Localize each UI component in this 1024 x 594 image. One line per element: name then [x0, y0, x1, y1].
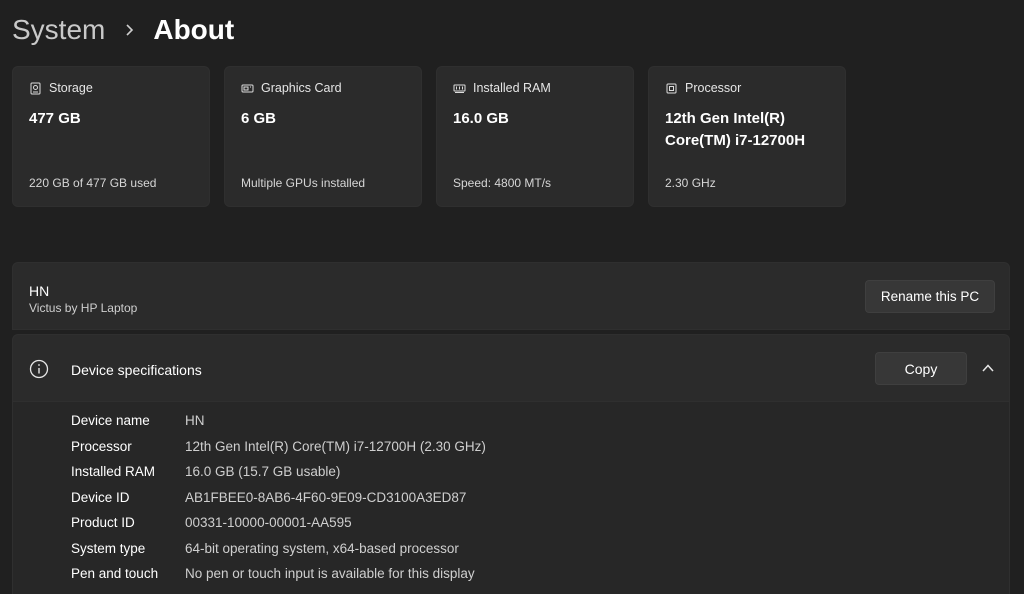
ram-icon — [453, 84, 466, 93]
spec-row-system-type: System type 64-bit operating system, x64… — [71, 541, 459, 561]
spec-value: 16.0 GB (15.7 GB usable) — [185, 464, 341, 479]
card-value: 16.0 GB — [453, 110, 509, 127]
about-page: System About Storage 477 GB 220 GB of 47… — [0, 0, 1024, 594]
card-label: Installed RAM — [473, 81, 551, 95]
section-title: Device specifications — [71, 362, 202, 378]
spec-label: Installed RAM — [71, 464, 156, 479]
card-label: Graphics Card — [261, 81, 342, 95]
device-name-bar: HN Victus by HP Laptop Rename this PC — [12, 262, 1010, 330]
rename-pc-button[interactable]: Rename this PC — [865, 280, 995, 313]
card-subtext: 220 GB of 477 GB used — [29, 176, 157, 190]
spec-value: 64-bit operating system, x64-based proce… — [185, 541, 459, 556]
copy-button[interactable]: Copy — [875, 352, 967, 385]
spec-row-installed-ram: Installed RAM 16.0 GB (15.7 GB usable) — [71, 464, 340, 484]
spec-row-product-id: Product ID 00331-10000-00001-AA595 — [71, 515, 352, 535]
spec-label: Device ID — [71, 490, 130, 505]
spec-value: AB1FBEE0-8AB6-4F60-9E09-CD3100A3ED87 — [185, 490, 467, 505]
spec-label: Processor — [71, 439, 132, 454]
page-title: About — [153, 14, 235, 45]
graphics-card-icon — [241, 84, 254, 92]
card-subtext: Multiple GPUs installed — [241, 176, 366, 190]
pc-name: HN — [29, 283, 50, 299]
spec-row-device-id: Device ID AB1FBEE0-8AB6-4F60-9E09-CD3100… — [71, 490, 466, 510]
spec-value: HN — [185, 413, 205, 428]
spec-value: No pen or touch input is available for t… — [185, 566, 475, 581]
spec-label: Pen and touch — [71, 566, 159, 581]
card-label: Storage — [49, 81, 93, 95]
spec-cards: Storage 477 GB 220 GB of 477 GB used Gra… — [12, 66, 846, 207]
card-ram: Installed RAM 16.0 GB Speed: 4800 MT/s — [436, 66, 634, 207]
spec-label: System type — [71, 541, 146, 556]
card-value: 6 GB — [241, 110, 277, 127]
spec-row-processor: Processor 12th Gen Intel(R) Core(TM) i7-… — [71, 439, 486, 459]
card-label: Processor — [685, 81, 742, 95]
spec-row-pen-and-touch: Pen and touch No pen or touch input is a… — [71, 566, 475, 586]
chevron-up-icon[interactable] — [981, 361, 995, 375]
card-value: 477 GB — [29, 110, 81, 127]
spec-value: 00331-10000-00001-AA595 — [185, 515, 352, 530]
storage-icon — [30, 82, 41, 94]
card-subtext: Speed: 4800 MT/s — [453, 176, 552, 190]
spec-label: Product ID — [71, 515, 135, 530]
spec-label: Device name — [71, 413, 150, 428]
card-processor: Processor 12th Gen Intel(R) Core(TM) i7-… — [648, 66, 846, 207]
card-value: 12th Gen Intel(R) Core(TM) i7-12700H — [665, 110, 806, 149]
breadcrumb: System About — [12, 12, 234, 48]
spec-value: 12th Gen Intel(R) Core(TM) i7-12700H (2.… — [185, 439, 486, 454]
device-specifications-header[interactable]: Device specifications Copy — [12, 334, 1010, 402]
card-storage: Storage 477 GB 220 GB of 477 GB used — [12, 66, 210, 207]
processor-icon — [666, 83, 677, 93]
chevron-right-icon — [126, 24, 134, 36]
info-icon — [29, 359, 49, 379]
card-subtext: 2.30 GHz — [665, 176, 716, 190]
device-specifications-list: Device name HN Processor 12th Gen Intel(… — [12, 402, 1010, 594]
pc-model: Victus by HP Laptop — [29, 301, 138, 315]
spec-row-device-name: Device name HN — [71, 413, 205, 433]
card-graphics: Graphics Card 6 GB Multiple GPUs install… — [224, 66, 422, 207]
breadcrumb-system[interactable]: System — [12, 14, 105, 46]
